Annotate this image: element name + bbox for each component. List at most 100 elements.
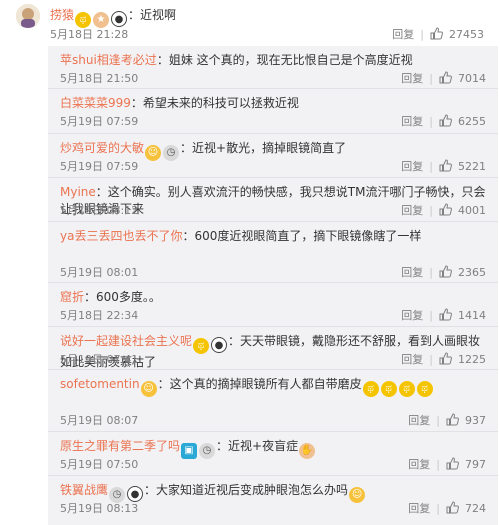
reply-content: ：600度近视眼简直了，摘下眼镜像瞎了一样 <box>182 229 422 243</box>
cry-emoji: ಥ <box>398 381 415 397</box>
reply-time: 5月19日 07:41 <box>60 353 139 366</box>
reply-button[interactable]: 回复 <box>401 309 423 322</box>
reply-content: ：希望未来的科技可以拯救近视 <box>130 96 299 110</box>
thumbs-up-icon[interactable] <box>439 265 452 281</box>
reply-username[interactable]: 炒鸡可爱的大敏 <box>60 141 144 155</box>
reply-item: 炒鸡可爱的大敏 ☺ ◷ ：近视+散光，摘掉眼镜简直了 5月19日 07:59 回复 | 522… <box>48 133 498 178</box>
reply-button[interactable]: 回复 <box>401 266 423 279</box>
reply-button[interactable]: 回复 <box>401 204 423 217</box>
reply-actions: 回复 | 1414 <box>401 307 486 324</box>
reply-time: 5月19日 07:59 <box>60 160 139 173</box>
thumbs-up-icon[interactable] <box>439 203 452 219</box>
thumbs-up-icon[interactable] <box>439 114 452 130</box>
reply-time: 5月19日 08:07 <box>60 414 139 427</box>
reply-username[interactable]: sofetomentin <box>60 377 140 391</box>
thumbs-up-icon[interactable] <box>439 159 452 175</box>
reply-item: Myine：这个确实。别人喜欢流汗的畅快感，我只想说TM流汗哪门子畅快，只会让我… <box>48 177 498 222</box>
reply-text-line: 苹shui相逢考必过：姐妹 这个真的，现在无比恨自己是个高度近视 <box>60 52 486 69</box>
cry-emoji: ಥ <box>193 338 210 354</box>
reply-button[interactable]: 回复 <box>401 72 423 85</box>
reply-time: 5月19日 07:59 <box>60 115 139 128</box>
reply-actions: 回复 | 2365 <box>401 264 486 281</box>
like-count: 1414 <box>458 309 486 322</box>
divider: | <box>429 309 433 322</box>
thumbs-up-icon[interactable] <box>439 308 452 324</box>
like-count: 724 <box>465 502 486 515</box>
reply-button[interactable]: 回复 <box>392 28 414 41</box>
divider: | <box>429 72 433 85</box>
reply-item: 铁翼战鹰 ◷ ● ：大家知道近视后变成肿眼泡怎么办吗 ☺ 5月19日 08:13 回复 | 72… <box>48 475 498 520</box>
reply-username[interactable]: 铁翼战鹰 <box>60 483 108 497</box>
reply-item: ya丢三丢四也丢不了你：600度近视眼简直了，摘下眼镜像瞎了一样 5月19日 08… <box>48 221 498 283</box>
camera-emoji: ▣ <box>181 443 198 459</box>
reply-content: ：近视+夜盲症 <box>216 439 299 453</box>
hand-emoji: ✋ <box>299 443 316 459</box>
reply-time: 5月19日 08:01 <box>60 266 139 279</box>
clock-emoji: ◷ <box>163 145 180 161</box>
reply-item: sofetomentin ☺ ：这个真的摘掉眼镜所有人都自带磨皮 ಥ ಥ ಥ ಥ 5月19日 … <box>48 369 498 432</box>
reply-text-line: 窟折：600多度。。 <box>60 289 486 306</box>
reply-button[interactable]: 回复 <box>401 115 423 128</box>
reply-username[interactable]: ya丢三丢四也丢不了你 <box>60 229 182 243</box>
reply-text-line: sofetomentin ☺ ：这个真的摘掉眼镜所有人都自带磨皮 ಥ ಥ ಥ ಥ <box>60 376 486 397</box>
reply-item: 原生之罪有第二季了吗 ▣ ◷ ：近视+夜盲症 ✋ 5月19日 07:50 回复 | 797 <box>48 431 498 476</box>
reply-actions: 回复 | 5221 <box>401 158 486 175</box>
reply-content: ：姐妹 这个真的，现在无比恨自己是个高度近视 <box>156 53 413 67</box>
like-count: 6255 <box>458 115 486 128</box>
like-count: 4001 <box>458 204 486 217</box>
reply-content-2: 摘掉眼镜所有人都自带磨皮 <box>217 377 362 391</box>
reply-button[interactable]: 回复 <box>408 458 430 471</box>
divider: | <box>436 458 440 471</box>
reply-text-line: 白菜菜菜999：希望未来的科技可以拯救近视 <box>60 95 486 112</box>
reply-username[interactable]: 白菜菜菜999 <box>60 96 131 110</box>
main-comment: 捞猿 ಥ ★ ● ：近视啊 5月18日 21:28 回复 | 27453 <box>0 0 500 46</box>
reply-username[interactable]: 苹shui相逢考必过 <box>60 53 157 67</box>
like-count: 1225 <box>458 353 486 366</box>
thumbs-up-icon[interactable] <box>439 352 452 368</box>
reply-item: 苹shui相逢考必过：姐妹 这个真的，现在无比恨自己是个高度近视 5月18日 21… <box>48 46 498 88</box>
reply-username[interactable]: 说好一起建设社会主义呢 <box>60 334 192 348</box>
reply-content: ：大家知道近视后变成肿眼泡怎么办吗 <box>144 483 349 497</box>
main-username[interactable]: 捞猿 <box>50 8 74 22</box>
thumbs-up-icon[interactable] <box>446 413 459 429</box>
reply-actions: 回复 | 724 <box>408 500 486 517</box>
reply-actions: 回复 | 797 <box>408 456 486 473</box>
face-emoji: ☺ <box>140 381 157 397</box>
thumbs-up-icon[interactable] <box>446 457 459 473</box>
divider: | <box>429 115 433 128</box>
main-meta: 5月18日 21:28 回复 | 27453 <box>50 27 484 43</box>
face-emoji: ☺ <box>145 145 162 161</box>
face-emoji: ☺ <box>349 487 366 503</box>
like-count: 27453 <box>449 28 484 41</box>
reply-button[interactable]: 回复 <box>408 414 430 427</box>
clock-emoji: ◷ <box>199 443 216 459</box>
avatar[interactable] <box>16 4 40 28</box>
panda-emoji: ● <box>211 337 228 353</box>
reply-time: 5月19日 08:13 <box>60 502 139 515</box>
like-count: 5221 <box>458 160 486 173</box>
cry-emoji: ಥ <box>362 381 379 397</box>
thumbs-up-icon[interactable] <box>446 501 459 517</box>
reply-button[interactable]: 回复 <box>401 160 423 173</box>
cry-emoji: ಥ <box>380 381 397 397</box>
reply-username[interactable]: 窟折 <box>60 290 84 304</box>
reply-time: 5月18日 22:34 <box>60 309 139 322</box>
thumbs-up-icon[interactable] <box>439 71 452 87</box>
divider: | <box>436 502 440 515</box>
reply-button[interactable]: 回复 <box>408 502 430 515</box>
reply-item: 说好一起建设社会主义呢 ಥ ● ：天天带眼镜，戴隐形还不舒服，看到人画眼妆如此美丽羡慕… <box>48 326 498 370</box>
divider: | <box>436 414 440 427</box>
like-count: 7014 <box>458 72 486 85</box>
divider: | <box>429 160 433 173</box>
reply-button[interactable]: 回复 <box>401 353 423 366</box>
reply-username[interactable]: 原生之罪有第二季了吗 <box>60 439 180 453</box>
reply-username[interactable]: Myine <box>60 185 96 199</box>
divider: | <box>429 266 433 279</box>
reply-time: 5月18日 21:50 <box>60 72 139 85</box>
thumbs-up-icon[interactable] <box>430 27 443 43</box>
reply-content: ：600多度。。 <box>84 290 161 304</box>
reply-text-line: ya丢三丢四也丢不了你：600度近视眼简直了，摘下眼镜像瞎了一样 <box>60 228 486 245</box>
main-comment-line: 捞猿 ಥ ★ ● ：近视啊 <box>50 6 176 28</box>
main-time: 5月18日 21:28 <box>50 28 129 41</box>
like-count: 2365 <box>458 266 486 279</box>
